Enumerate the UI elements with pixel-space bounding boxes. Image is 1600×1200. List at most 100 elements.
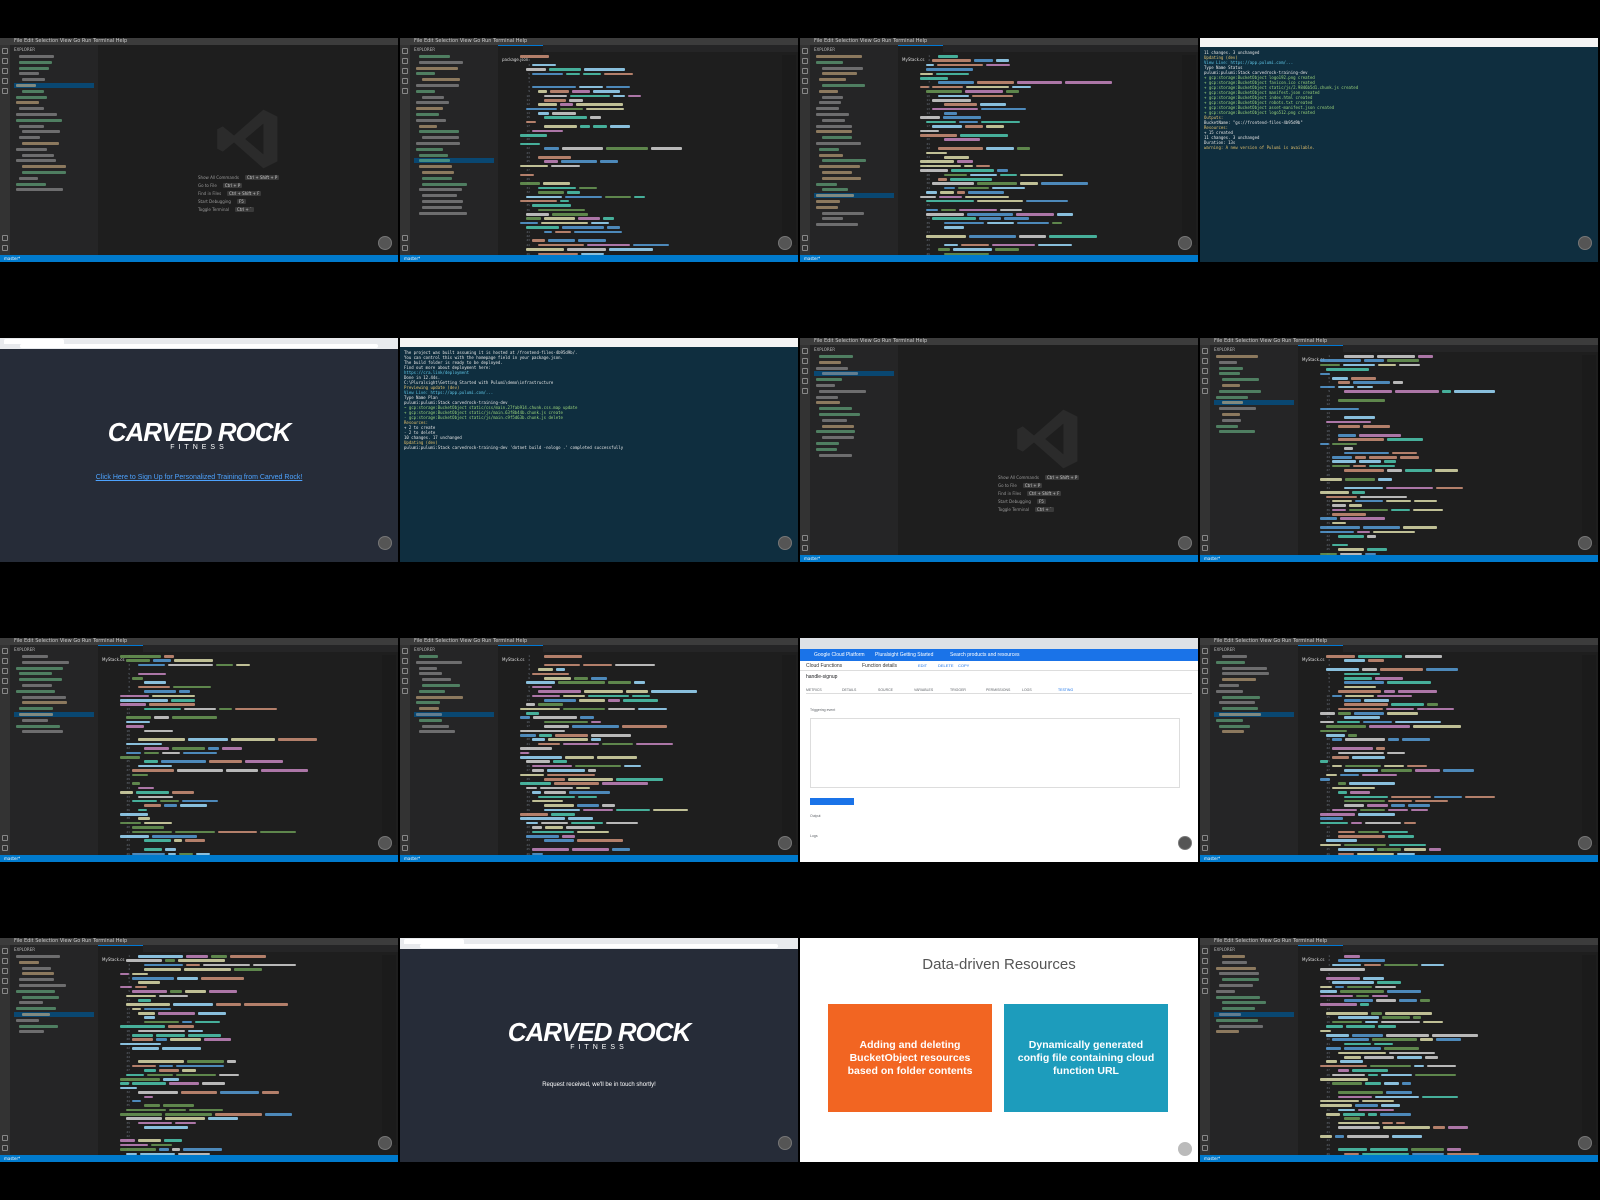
file-tree-item[interactable] [814, 441, 894, 446]
file-tree-item[interactable] [14, 711, 94, 717]
file-tree-item[interactable] [414, 147, 494, 152]
file-tree-item[interactable] [414, 187, 494, 192]
gear-icon[interactable] [2, 845, 8, 851]
file-tree-item[interactable] [814, 106, 894, 111]
menu-bar[interactable]: File Edit Selection View Go Run Terminal… [14, 938, 127, 944]
branch-indicator[interactable]: master* [4, 1156, 20, 1161]
action-delete-button[interactable]: DELETE [938, 663, 954, 668]
file-tree-item[interactable] [14, 660, 94, 665]
file-tree-item[interactable] [414, 83, 494, 88]
file-tree-item[interactable] [814, 389, 894, 394]
file-tree-item[interactable] [814, 83, 894, 88]
run-icon[interactable] [2, 978, 8, 984]
file-tree-item[interactable] [1214, 966, 1294, 971]
action-edit-button[interactable]: EDIT [918, 663, 927, 668]
file-tree-item[interactable] [814, 118, 894, 123]
file-tree-item[interactable] [414, 129, 494, 134]
account-icon[interactable] [2, 1135, 8, 1141]
file-tree-item[interactable] [814, 354, 894, 359]
gear-icon[interactable] [1202, 845, 1208, 851]
minimap[interactable] [382, 655, 396, 845]
file-tree-item[interactable] [1214, 666, 1294, 671]
minimap[interactable] [782, 655, 796, 845]
extensions-icon[interactable] [1202, 388, 1208, 394]
file-tree-item[interactable] [1214, 677, 1294, 682]
file-tree-item[interactable] [14, 60, 94, 65]
file-tree-item[interactable] [14, 977, 94, 982]
file-tree-item[interactable] [814, 71, 894, 76]
signup-link[interactable]: Click Here to Sign Up for Personalized T… [0, 474, 398, 481]
file-tree-item[interactable] [1214, 429, 1294, 434]
menu-bar[interactable]: File Edit Selection View Go Run Terminal… [814, 38, 927, 44]
file-tree-item[interactable] [414, 689, 494, 694]
file-tree-item[interactable] [414, 654, 494, 659]
file-tree-item[interactable] [414, 205, 494, 210]
file-tree-item[interactable] [1214, 371, 1294, 376]
gear-icon[interactable] [1202, 1145, 1208, 1151]
file-tree-item[interactable] [14, 82, 94, 88]
file-tree-item[interactable] [14, 989, 94, 994]
run-icon[interactable] [1202, 378, 1208, 384]
tab-details[interactable]: DETAILS [842, 688, 856, 692]
file-tree-item[interactable] [814, 377, 894, 382]
editor-tab[interactable]: MyStack.cs [1298, 345, 1343, 362]
run-icon[interactable] [802, 78, 808, 84]
source-control-icon[interactable] [402, 68, 408, 74]
file-tree-item[interactable] [414, 683, 494, 688]
search-icon[interactable] [402, 658, 408, 664]
editor-tab[interactable]: MyStack.cs [498, 645, 543, 662]
source-control-icon[interactable] [1202, 668, 1208, 674]
file-tree-item[interactable] [14, 706, 94, 711]
source-control-icon[interactable] [402, 668, 408, 674]
file-tree-item[interactable] [14, 89, 94, 94]
file-tree-item[interactable] [414, 158, 494, 164]
files-icon[interactable] [2, 648, 8, 654]
editor-tab[interactable]: MyStack.cs [1298, 945, 1343, 962]
file-tree-item[interactable] [414, 711, 494, 717]
file-tree-item[interactable] [1214, 412, 1294, 417]
menu-bar[interactable]: File Edit Selection View Go Run Terminal… [1214, 938, 1327, 944]
file-tree-item[interactable] [414, 695, 494, 700]
file-tree-item[interactable] [14, 187, 94, 192]
menu-bar[interactable]: File Edit Selection View Go Run Terminal… [14, 38, 127, 44]
search-icon[interactable] [2, 658, 8, 664]
search-icon[interactable] [1202, 358, 1208, 364]
file-tree-item[interactable] [814, 418, 894, 423]
file-tree-item[interactable] [814, 164, 894, 169]
file-tree-item[interactable] [814, 141, 894, 146]
file-tree-item[interactable] [414, 182, 494, 187]
file-tree-item[interactable] [1214, 389, 1294, 394]
file-tree-item[interactable] [414, 671, 494, 676]
file-tree-item[interactable] [814, 205, 894, 210]
gear-icon[interactable] [402, 245, 408, 251]
extensions-icon[interactable] [402, 88, 408, 94]
file-tree-item[interactable] [414, 176, 494, 181]
menu-bar[interactable]: File Edit Selection View Go Run Terminal… [414, 638, 527, 644]
address-bar[interactable] [420, 944, 778, 948]
tab-testing[interactable]: TESTING [1058, 688, 1073, 692]
account-icon[interactable] [802, 235, 808, 241]
file-tree-item[interactable] [814, 153, 894, 158]
source-control-icon[interactable] [1202, 968, 1208, 974]
branch-indicator[interactable]: master* [4, 856, 20, 861]
file-tree-item[interactable] [814, 412, 894, 417]
file-tree-item[interactable] [14, 77, 94, 82]
file-tree-item[interactable] [1214, 406, 1294, 411]
file-tree-item[interactable] [14, 135, 94, 140]
file-tree-item[interactable] [1214, 1006, 1294, 1011]
file-tree-item[interactable] [1214, 954, 1294, 959]
file-tree-item[interactable] [1214, 683, 1294, 688]
file-tree-item[interactable] [814, 77, 894, 82]
extensions-icon[interactable] [802, 388, 808, 394]
file-tree-item[interactable] [14, 683, 94, 688]
file-tree-item[interactable] [14, 100, 94, 105]
editor-tab[interactable]: MyStack.cs [98, 645, 143, 662]
file-tree-item[interactable] [14, 966, 94, 971]
file-tree-item[interactable] [814, 100, 894, 105]
file-tree-item[interactable] [414, 718, 494, 723]
search-icon[interactable] [2, 58, 8, 64]
file-tree-item[interactable] [1214, 660, 1294, 665]
editor-tab[interactable]: package.json [498, 45, 543, 62]
file-tree-item[interactable] [14, 960, 94, 965]
file-tree-item[interactable] [814, 400, 894, 405]
